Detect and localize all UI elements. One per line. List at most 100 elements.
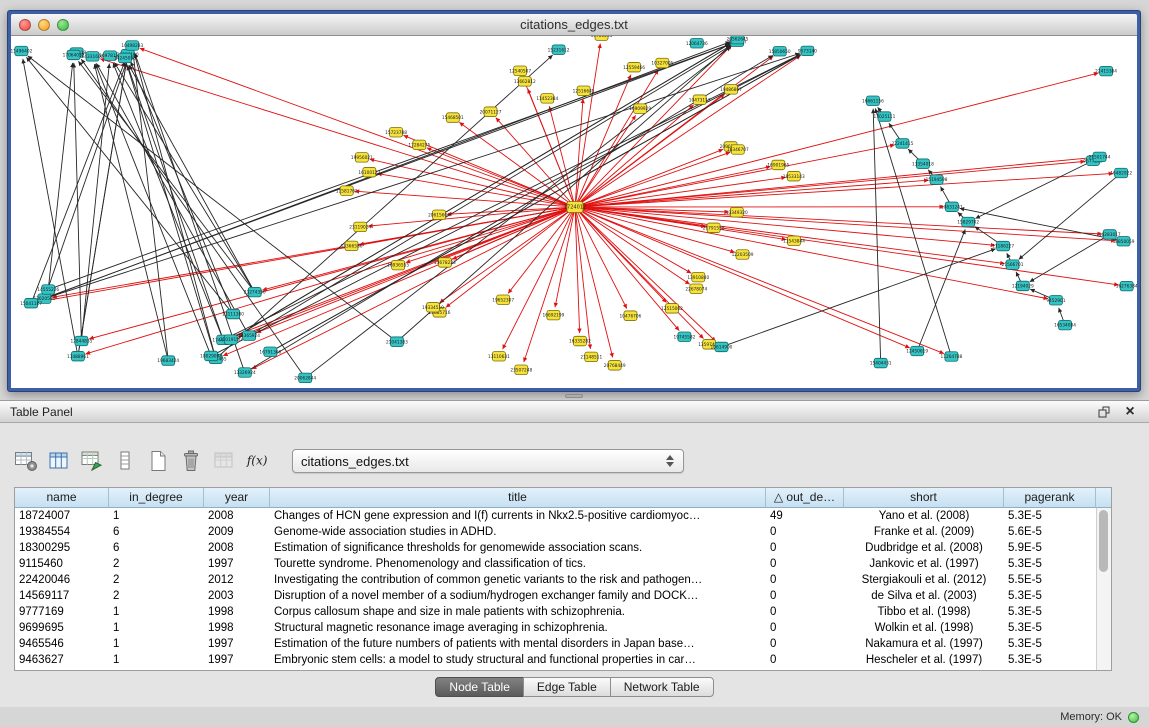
graph-node-label: 16482922	[1110, 171, 1132, 177]
graph-node-label: 16346707	[727, 147, 749, 153]
new-table-icon[interactable]	[146, 449, 170, 473]
table-cell: Tibbo et al. (1998)	[844, 604, 1004, 620]
table-row[interactable]: 977716911998Corpus callosum shape and si…	[15, 604, 1111, 620]
column-header-pagerank[interactable]: pagerank	[1004, 488, 1096, 508]
import-table-icon[interactable]	[212, 449, 236, 473]
graph-node-label: 13111380	[222, 312, 244, 318]
table-cell: 0	[766, 540, 844, 556]
graph-node-label: 19745582	[673, 334, 695, 340]
table-row[interactable]: 969969511998Structural magnetic resonanc…	[15, 620, 1111, 636]
graph-node-label: 13349320	[726, 210, 748, 216]
show-columns-icon[interactable]	[47, 449, 71, 473]
graph-node-label: 12540507	[509, 68, 531, 74]
table-cell: 5.3E-5	[1004, 620, 1096, 636]
table-row[interactable]: 1830029562008Estimation of significance …	[15, 540, 1111, 556]
table-cell: 0	[766, 620, 844, 636]
table-cell: Investigating the contribution of common…	[270, 572, 766, 588]
graph-node-label: 11264788	[941, 354, 963, 360]
table-cell: 0	[766, 652, 844, 668]
graph-node-label: 19486807	[720, 87, 742, 93]
table-cell: 0	[766, 588, 844, 604]
graph-node-label: 13354018	[912, 161, 934, 167]
graph-node-label: 16909929	[629, 106, 651, 112]
table-cell: 22420046	[15, 572, 109, 588]
graph-node-label: 16661156	[862, 98, 884, 104]
graph-node-label: 14555226	[37, 287, 59, 293]
memory-status-label: Memory: OK	[1060, 711, 1122, 723]
graph-node-label: 11488961	[67, 354, 89, 360]
row-tools-icon[interactable]	[113, 449, 137, 473]
table-row[interactable]: 1456911722003Disruption of a novel membe…	[15, 588, 1111, 604]
graph-node-label: 22415384	[1095, 69, 1117, 75]
memory-ok-led	[1128, 712, 1139, 723]
graph-node-label: 11581762	[336, 188, 358, 194]
graph-node-label: 12516645	[573, 88, 595, 94]
table-scrollbar-thumb[interactable]	[1099, 510, 1108, 572]
tab-network-table[interactable]: Network Table	[610, 677, 714, 697]
column-header-name[interactable]: name	[15, 488, 109, 508]
table-cell: 9115460	[15, 556, 109, 572]
close-window-button[interactable]	[19, 19, 31, 31]
graph-node-label: 15468501	[442, 115, 464, 121]
table-cell: 9465546	[15, 636, 109, 652]
table-row[interactable]: 946554611997Estimation of the future num…	[15, 636, 1111, 652]
table-row[interactable]: 2242004622012Investigating the contribut…	[15, 572, 1111, 588]
column-header-title[interactable]: title	[270, 488, 766, 508]
zoom-window-button[interactable]	[57, 19, 69, 31]
graph-node-label: 21566701	[1002, 262, 1024, 268]
table-cell: Wolkin et al. (1998)	[844, 620, 1004, 636]
network-file-select[interactable]: citations_edges.txt	[292, 449, 684, 473]
graph-node-label: 16276384	[1116, 284, 1137, 290]
table-cell: 5.3E-5	[1004, 588, 1096, 604]
panel-resize-handle[interactable]	[565, 394, 583, 398]
table-cell: 5.3E-5	[1004, 556, 1096, 572]
window-titlebar[interactable]: citations_edges.txt	[11, 14, 1137, 36]
table-row[interactable]: 946362711997Embryonic stem cells: a mode…	[15, 652, 1111, 668]
function-builder-icon[interactable]: f(x)	[245, 449, 269, 473]
graph-node-label: 20062844	[294, 375, 316, 381]
graph-node-label: 13662812	[514, 79, 536, 85]
window-title: citations_edges.txt	[520, 17, 628, 32]
delete-column-icon[interactable]	[179, 449, 203, 473]
graph-node-label: 15723788	[385, 130, 407, 136]
table-row[interactable]: 911546021997Tourette syndrome. Phenomeno…	[15, 556, 1111, 572]
table-row[interactable]: 1872400712008Changes of HCN gene express…	[15, 508, 1111, 524]
panel-divider[interactable]	[0, 392, 1149, 400]
column-header-in_degree[interactable]: in_degree	[109, 488, 204, 508]
graph-node-label: 12515062	[661, 306, 683, 312]
column-header-year[interactable]: year	[204, 488, 270, 508]
table-scrollbar[interactable]	[1096, 508, 1111, 670]
table-cell: Estimation of significance thresholds fo…	[270, 540, 766, 556]
tab-edge-table[interactable]: Edge Table	[523, 677, 611, 697]
minimize-window-button[interactable]	[38, 19, 50, 31]
table-row[interactable]: 1938455462009Genome-wide association stu…	[15, 524, 1111, 540]
table-cell: 1	[109, 652, 204, 668]
table-cell: 1	[109, 636, 204, 652]
graph-node-label: 18533143	[783, 174, 805, 180]
table-cell: 1998	[204, 604, 270, 620]
table-cell: 2012	[204, 572, 270, 588]
create-column-icon[interactable]	[80, 449, 104, 473]
network-view-window: citations_edges.txt 13349320217915581154…	[7, 10, 1141, 392]
table-cell: 2008	[204, 508, 270, 524]
graph-node-label: 13910840	[687, 275, 709, 281]
graph-node-label: 10498283	[121, 43, 143, 49]
table-cell: 2	[109, 556, 204, 572]
column-header-short[interactable]: short	[844, 488, 1004, 508]
float-panel-icon[interactable]	[1095, 404, 1113, 420]
table-cell: Dudbridge et al. (2008)	[844, 540, 1004, 556]
tab-node-table[interactable]: Node Table	[435, 677, 524, 697]
network-file-select-value: citations_edges.txt	[301, 454, 665, 469]
column-header-out_de[interactable]: △ out_de…	[766, 488, 844, 508]
combo-stepper-icon	[665, 455, 675, 467]
graph-node-label: 15194598	[926, 177, 948, 183]
table-cell: 1997	[204, 652, 270, 668]
graph-node-label: 11543844	[783, 238, 805, 244]
close-panel-icon[interactable]: ×	[1121, 404, 1139, 420]
table-cell: 18300295	[15, 540, 109, 556]
graph-node-label: 11452384	[536, 96, 558, 102]
network-canvas[interactable]: 1334932021791558115438441220350913910840…	[11, 36, 1137, 388]
table-cell: Tourette syndrome. Phenomenology and cla…	[270, 556, 766, 572]
table-mode-icon[interactable]	[14, 449, 38, 473]
table-cell: 9699695	[15, 620, 109, 636]
